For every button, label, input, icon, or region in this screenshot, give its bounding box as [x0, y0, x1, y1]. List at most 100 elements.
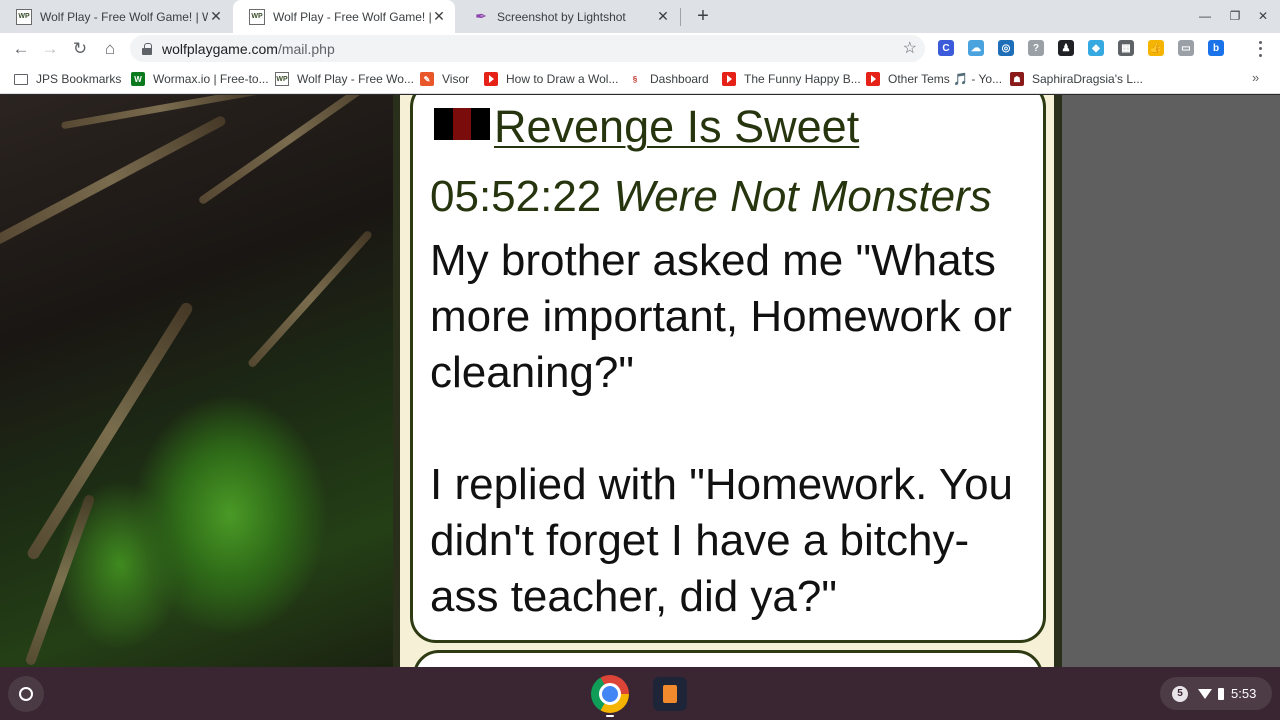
- bookmark-label: Visor: [442, 72, 470, 86]
- tab-title: Screenshot by Lightshot: [497, 9, 626, 24]
- flag-stripe: [452, 108, 472, 140]
- extension-label: ☁: [971, 42, 981, 54]
- mail-meta: 05:52:22 Were Not Monsters: [430, 172, 992, 222]
- url-text: wolfplaygame.com/mail.php: [162, 40, 335, 57]
- youtube-icon: [722, 72, 736, 86]
- restore-icon[interactable]: ❐: [1224, 6, 1246, 26]
- chrome-menu-icon[interactable]: [1252, 39, 1268, 59]
- extension-icon[interactable]: ☁: [968, 40, 984, 56]
- saphira-icon: ☗: [1010, 72, 1024, 86]
- bookmark-label: The Funny Happy B...: [744, 72, 861, 86]
- running-indicator: [606, 715, 614, 717]
- extension-icon[interactable]: C: [938, 40, 954, 56]
- bookmark-label: Wormax.io | Free-to...: [153, 72, 269, 86]
- mail-viewport: Revenge Is Sweet 05:52:22 Were Not Monst…: [0, 95, 1280, 667]
- tab-title: Wolf Play - Free Wolf Game! | Wo: [40, 9, 208, 24]
- mail-sender[interactable]: Were Not Monsters: [614, 172, 992, 221]
- files-app-icon[interactable]: [653, 677, 687, 711]
- tab-wolfplay-active[interactable]: WP Wolf Play - Free Wolf Game! | Wo ✕: [233, 0, 455, 33]
- reload-icon[interactable]: ↻: [67, 36, 93, 62]
- extension-label: ▭: [1181, 42, 1191, 54]
- extension-label: ?: [1032, 42, 1040, 54]
- battery-icon: [1218, 687, 1224, 700]
- wifi-icon: [1198, 688, 1212, 699]
- bookmarks-overflow-button[interactable]: »: [1252, 70, 1259, 85]
- close-tab-icon[interactable]: ✕: [431, 8, 447, 25]
- close-window-icon[interactable]: ✕: [1252, 6, 1274, 26]
- extension-icon[interactable]: 👍: [1148, 40, 1164, 56]
- extension-icon[interactable]: ◎: [998, 40, 1014, 56]
- bookmark-wolfplay[interactable]: WP Wolf Play - Free Wo...: [275, 71, 414, 87]
- flag-stripe: [471, 108, 491, 140]
- next-mail-card: [413, 650, 1043, 667]
- tab-wolfplay-1[interactable]: WP Wolf Play - Free Wolf Game! | Wo ✕: [0, 0, 232, 33]
- forward-icon[interactable]: →: [37, 36, 63, 62]
- bookmark-label: How to Draw a Wol...: [506, 72, 619, 86]
- bookmarks-bar: JPS Bookmarks W Wormax.io | Free-to... W…: [0, 64, 1280, 94]
- sender-pack-flag-icon: [434, 108, 491, 140]
- extension-label: C: [942, 42, 950, 54]
- mail-subject-link[interactable]: Revenge Is Sweet: [494, 101, 859, 153]
- bookmark-label: Other Tems 🎵 - Yo...: [888, 72, 1003, 86]
- launcher-button[interactable]: [8, 676, 44, 712]
- wolfplay-favicon: WP: [16, 8, 32, 25]
- wolfplay-favicon: WP: [249, 8, 265, 25]
- bookmark-label: SaphiraDragsia's L...: [1032, 72, 1144, 86]
- extension-icon[interactable]: ◆: [1088, 40, 1104, 56]
- home-icon[interactable]: ⌂: [97, 36, 123, 62]
- dashboard-icon: §: [632, 74, 638, 84]
- close-tab-icon[interactable]: ✕: [655, 8, 671, 25]
- visor-icon: ✎: [420, 72, 434, 86]
- wormax-icon: W: [131, 72, 145, 86]
- bookmark-how-to-draw[interactable]: How to Draw a Wol...: [484, 71, 618, 87]
- extension-icon[interactable]: ▦: [1118, 40, 1134, 56]
- flag-stripe: [434, 108, 453, 140]
- clock-text: 5:53: [1231, 686, 1257, 701]
- status-tray[interactable]: 5 5:53: [1160, 677, 1272, 710]
- extension-label: 👍: [1149, 42, 1163, 54]
- youtube-icon: [484, 72, 498, 86]
- tab-lightshot[interactable]: ✒ Screenshot by Lightshot ✕: [457, 0, 679, 33]
- bookmark-dashboard[interactable]: § Dashboard: [628, 71, 709, 87]
- lock-icon: [142, 42, 152, 55]
- mail-body: My brother asked me "Whats more importan…: [430, 233, 1030, 625]
- mail-body-paragraph: I replied with "Homework. You didn't for…: [430, 460, 1014, 621]
- address-bar[interactable]: wolfplaygame.com/mail.php ☆: [130, 35, 925, 62]
- close-tab-icon[interactable]: ✕: [208, 8, 224, 25]
- tab-title: Wolf Play - Free Wolf Game! | Wo: [273, 9, 431, 24]
- tab-separator: [680, 8, 681, 26]
- bookmark-label: JPS Bookmarks: [36, 72, 122, 86]
- bookmark-label: Wolf Play - Free Wo...: [297, 72, 414, 86]
- extension-icon[interactable]: ▭: [1178, 40, 1194, 56]
- wolfplay-favicon: WP: [275, 72, 289, 86]
- browser-toolbar: ← → ↻ ⌂ wolfplaygame.com/mail.php ☆ C ☁ …: [0, 33, 1280, 64]
- extension-label: ◆: [1092, 42, 1100, 54]
- bookmark-wormax[interactable]: W Wormax.io | Free-to...: [131, 71, 269, 87]
- bookmark-funny-happy[interactable]: The Funny Happy B...: [722, 71, 861, 87]
- tab-strip: WP Wolf Play - Free Wolf Game! | Wo ✕ WP…: [0, 0, 1280, 33]
- bookmark-star-icon[interactable]: ☆: [903, 38, 917, 58]
- minimize-icon[interactable]: —: [1194, 6, 1216, 26]
- extension-label: ◎: [1001, 42, 1011, 54]
- mail-body-paragraph: My brother asked me "Whats more importan…: [430, 236, 1012, 397]
- notification-count-badge: 5: [1172, 685, 1188, 702]
- lightshot-feather-icon: ✒: [475, 8, 487, 24]
- folder-icon: [14, 73, 28, 85]
- chrome-app-icon[interactable]: [591, 675, 629, 713]
- bookmark-label: Dashboard: [650, 72, 709, 86]
- new-tab-button[interactable]: +: [692, 5, 714, 27]
- bookmark-visor[interactable]: ✎ Visor: [420, 71, 469, 87]
- bookmark-saphira[interactable]: ☗ SaphiraDragsia's L...: [1010, 71, 1143, 87]
- extension-label: ▦: [1121, 42, 1131, 54]
- extension-icon[interactable]: ♟: [1058, 40, 1074, 56]
- extension-icon[interactable]: ?: [1028, 40, 1044, 56]
- bookmark-other-tems[interactable]: Other Tems 🎵 - Yo...: [866, 71, 1002, 87]
- mail-time: 05:52:22: [430, 172, 602, 221]
- back-icon[interactable]: ←: [8, 36, 34, 62]
- youtube-icon: [866, 72, 880, 86]
- os-shelf: 5 5:53: [0, 667, 1280, 720]
- extension-icon[interactable]: b: [1208, 40, 1224, 56]
- extension-label: b: [1212, 42, 1220, 54]
- extension-label: ♟: [1061, 42, 1071, 54]
- bookmark-jps[interactable]: JPS Bookmarks: [14, 71, 121, 87]
